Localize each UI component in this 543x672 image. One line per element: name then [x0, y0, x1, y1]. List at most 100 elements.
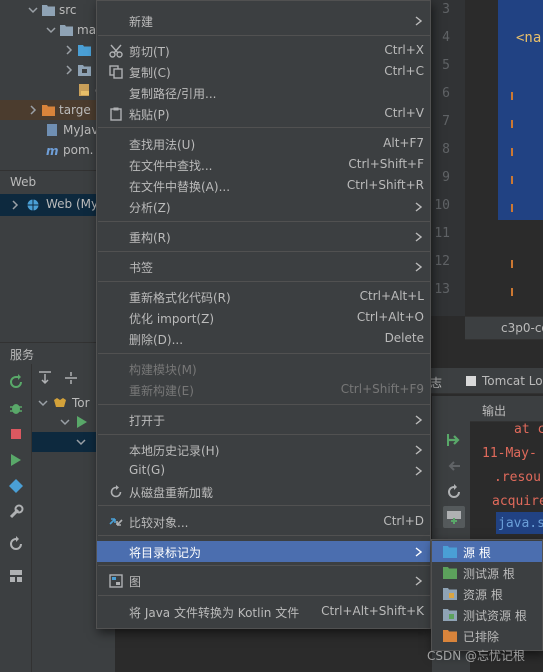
- submenu-item-test-sources-root[interactable]: 测试源 根: [432, 562, 542, 583]
- menu-item-refactor[interactable]: 重构(R): [97, 226, 430, 247]
- menu-separator: [98, 434, 431, 435]
- menu-item-reload-from-disk[interactable]: 从磁盘重新加载: [97, 481, 430, 502]
- submenu-item-label: 测试源 根: [463, 567, 515, 581]
- chevron-right-icon[interactable]: [64, 45, 74, 55]
- editor-tab-label: c3p0-co: [501, 321, 543, 335]
- menu-item-reformat-code[interactable]: 重新格式化代码(R) Ctrl+Alt+L: [97, 286, 430, 307]
- update-icon[interactable]: [446, 484, 462, 500]
- menu-item-copy-path[interactable]: 复制路径/引用...: [97, 82, 430, 103]
- submenu-item-label: 源 根: [463, 546, 491, 560]
- submenu-item-excluded[interactable]: 已排除: [432, 625, 542, 646]
- submenu-item-sources-root[interactable]: 源 根: [432, 541, 542, 562]
- tree-label-target: targe: [59, 103, 91, 117]
- menu-item-label: 重新构建(E): [129, 384, 194, 398]
- menu-item-mark-directory-as[interactable]: 将目录标记为: [97, 541, 430, 562]
- chevron-down-icon[interactable]: [38, 398, 48, 408]
- menu-separator: [98, 595, 431, 596]
- menu-item-analyze[interactable]: 分析(Z): [97, 196, 430, 217]
- indent-guide: [511, 260, 513, 268]
- excluded-folder-icon: [42, 105, 55, 116]
- wrench-icon[interactable]: [8, 504, 24, 520]
- submenu-item-resources-root[interactable]: 资源 根: [432, 583, 542, 604]
- restart-icon[interactable]: [8, 536, 24, 552]
- deploy-artifact-icon: [447, 511, 461, 524]
- menu-item-label: 删除(D)...: [129, 333, 184, 347]
- menu-item-cut[interactable]: 剪切(T) Ctrl+X: [97, 40, 430, 61]
- chevron-down-icon[interactable]: [46, 25, 56, 35]
- indent-guide: [511, 204, 513, 212]
- expand-all-icon[interactable]: [38, 371, 52, 385]
- tomcat-icon: [54, 398, 66, 407]
- chevron-down-icon[interactable]: [28, 5, 38, 15]
- menu-item-shortcut: Ctrl+C: [384, 64, 424, 78]
- services-tomcat-row[interactable]: Tor: [38, 396, 90, 410]
- menu-item-open-in[interactable]: 打开于: [97, 409, 430, 430]
- stop-icon[interactable]: [8, 426, 24, 442]
- menu-item-label: Git(G): [129, 463, 165, 477]
- web-panel-title: Web: [10, 175, 37, 189]
- menu-item-shortcut: Ctrl+Alt+L: [359, 289, 424, 303]
- menu-item-bookmarks[interactable]: 书签: [97, 256, 430, 277]
- menu-item-diagram[interactable]: 图: [97, 570, 430, 591]
- chevron-right-icon[interactable]: [64, 65, 74, 75]
- indent-guide: [511, 176, 513, 184]
- run-icon: [77, 416, 87, 428]
- indent-guide: [511, 288, 513, 296]
- scissors-icon: [109, 44, 123, 58]
- clipboard-icon: [110, 107, 122, 121]
- back-arrow-icon[interactable]: [446, 458, 462, 474]
- submenu-arrow-icon: [415, 16, 422, 26]
- run-tab-log[interactable]: 志: [430, 374, 442, 391]
- menu-item-convert-to-kotlin[interactable]: 将 Java 文件转换为 Kotlin 文件 Ctrl+Alt+Shift+K: [97, 601, 430, 622]
- line-number: 11: [434, 226, 450, 241]
- menu-item-label: 图: [129, 575, 142, 589]
- code-tag-text: <na: [516, 30, 542, 46]
- chevron-right-icon[interactable]: [10, 200, 20, 210]
- submenu-item-test-resources-root[interactable]: 测试资源 根: [432, 604, 542, 625]
- run-tab-tomcat-log[interactable]: Tomcat Loc: [466, 374, 543, 388]
- submenu-item-label: 测试资源 根: [463, 609, 527, 623]
- menu-item-find-in-files[interactable]: 在文件中查找... Ctrl+Shift+F: [97, 154, 430, 175]
- menu-item-find-usages[interactable]: 查找用法(U) Alt+F7: [97, 133, 430, 154]
- test-sources-folder-icon: [443, 567, 457, 579]
- line-number: 7: [442, 114, 450, 129]
- menu-item-optimize-imports[interactable]: 优化 import(Z) Ctrl+Alt+O: [97, 307, 430, 328]
- menu-item-shortcut: Delete: [384, 331, 424, 345]
- group-icon[interactable]: [8, 478, 24, 494]
- menu-item-shortcut: Ctrl+Alt+Shift+K: [321, 604, 424, 618]
- menu-item-label: 书签: [129, 261, 154, 275]
- menu-item-compare-with[interactable]: 比较对象... Ctrl+D: [97, 511, 430, 532]
- editor-breadcrumb-tab[interactable]: c3p0-co: [465, 316, 543, 340]
- rerun-arrow-icon[interactable]: [446, 432, 462, 448]
- menu-item-label: 复制(C): [129, 66, 171, 80]
- chevron-down-icon[interactable]: [76, 437, 86, 447]
- submenu-arrow-icon: [415, 445, 422, 455]
- chevron-right-icon[interactable]: [28, 105, 38, 115]
- submenu-arrow-icon: [415, 232, 422, 242]
- menu-item-shortcut: Ctrl+Shift+F9: [340, 382, 424, 396]
- web-module-icon: [27, 199, 39, 211]
- menu-separator: [98, 535, 431, 536]
- collapse-all-icon[interactable]: [64, 371, 78, 385]
- chevron-down-icon[interactable]: [60, 417, 70, 427]
- menu-item-delete[interactable]: 删除(D)... Delete: [97, 328, 430, 349]
- submenu-arrow-icon: [415, 262, 422, 272]
- refresh-icon[interactable]: [8, 374, 24, 390]
- iml-file-icon: [47, 124, 57, 136]
- menu-item-copy[interactable]: 复制(C) Ctrl+C: [97, 61, 430, 82]
- menu-item-local-history[interactable]: 本地历史记录(H): [97, 439, 430, 460]
- deploy-icon[interactable]: [8, 452, 24, 468]
- menu-item-paste[interactable]: 粘贴(P) Ctrl+V: [97, 103, 430, 124]
- services-running-row[interactable]: [60, 416, 88, 428]
- debug-icon[interactable]: [8, 400, 24, 416]
- menu-separator: [98, 281, 431, 282]
- deploy-button[interactable]: [443, 506, 465, 528]
- menu-item-new[interactable]: 新建: [97, 10, 430, 31]
- layout-icon[interactable]: [8, 568, 24, 584]
- menu-item-label: 将目录标记为: [129, 546, 202, 560]
- menu-item-git[interactable]: Git(G): [97, 460, 430, 481]
- reload-icon: [110, 485, 122, 498]
- submenu-arrow-icon: [415, 466, 422, 476]
- menu-item-replace-in-files[interactable]: 在文件中替换(A)... Ctrl+Shift+R: [97, 175, 430, 196]
- context-menu: 新建 剪切(T) Ctrl+X 复制(C) Ctrl+C 复制路径/引用... …: [96, 0, 431, 629]
